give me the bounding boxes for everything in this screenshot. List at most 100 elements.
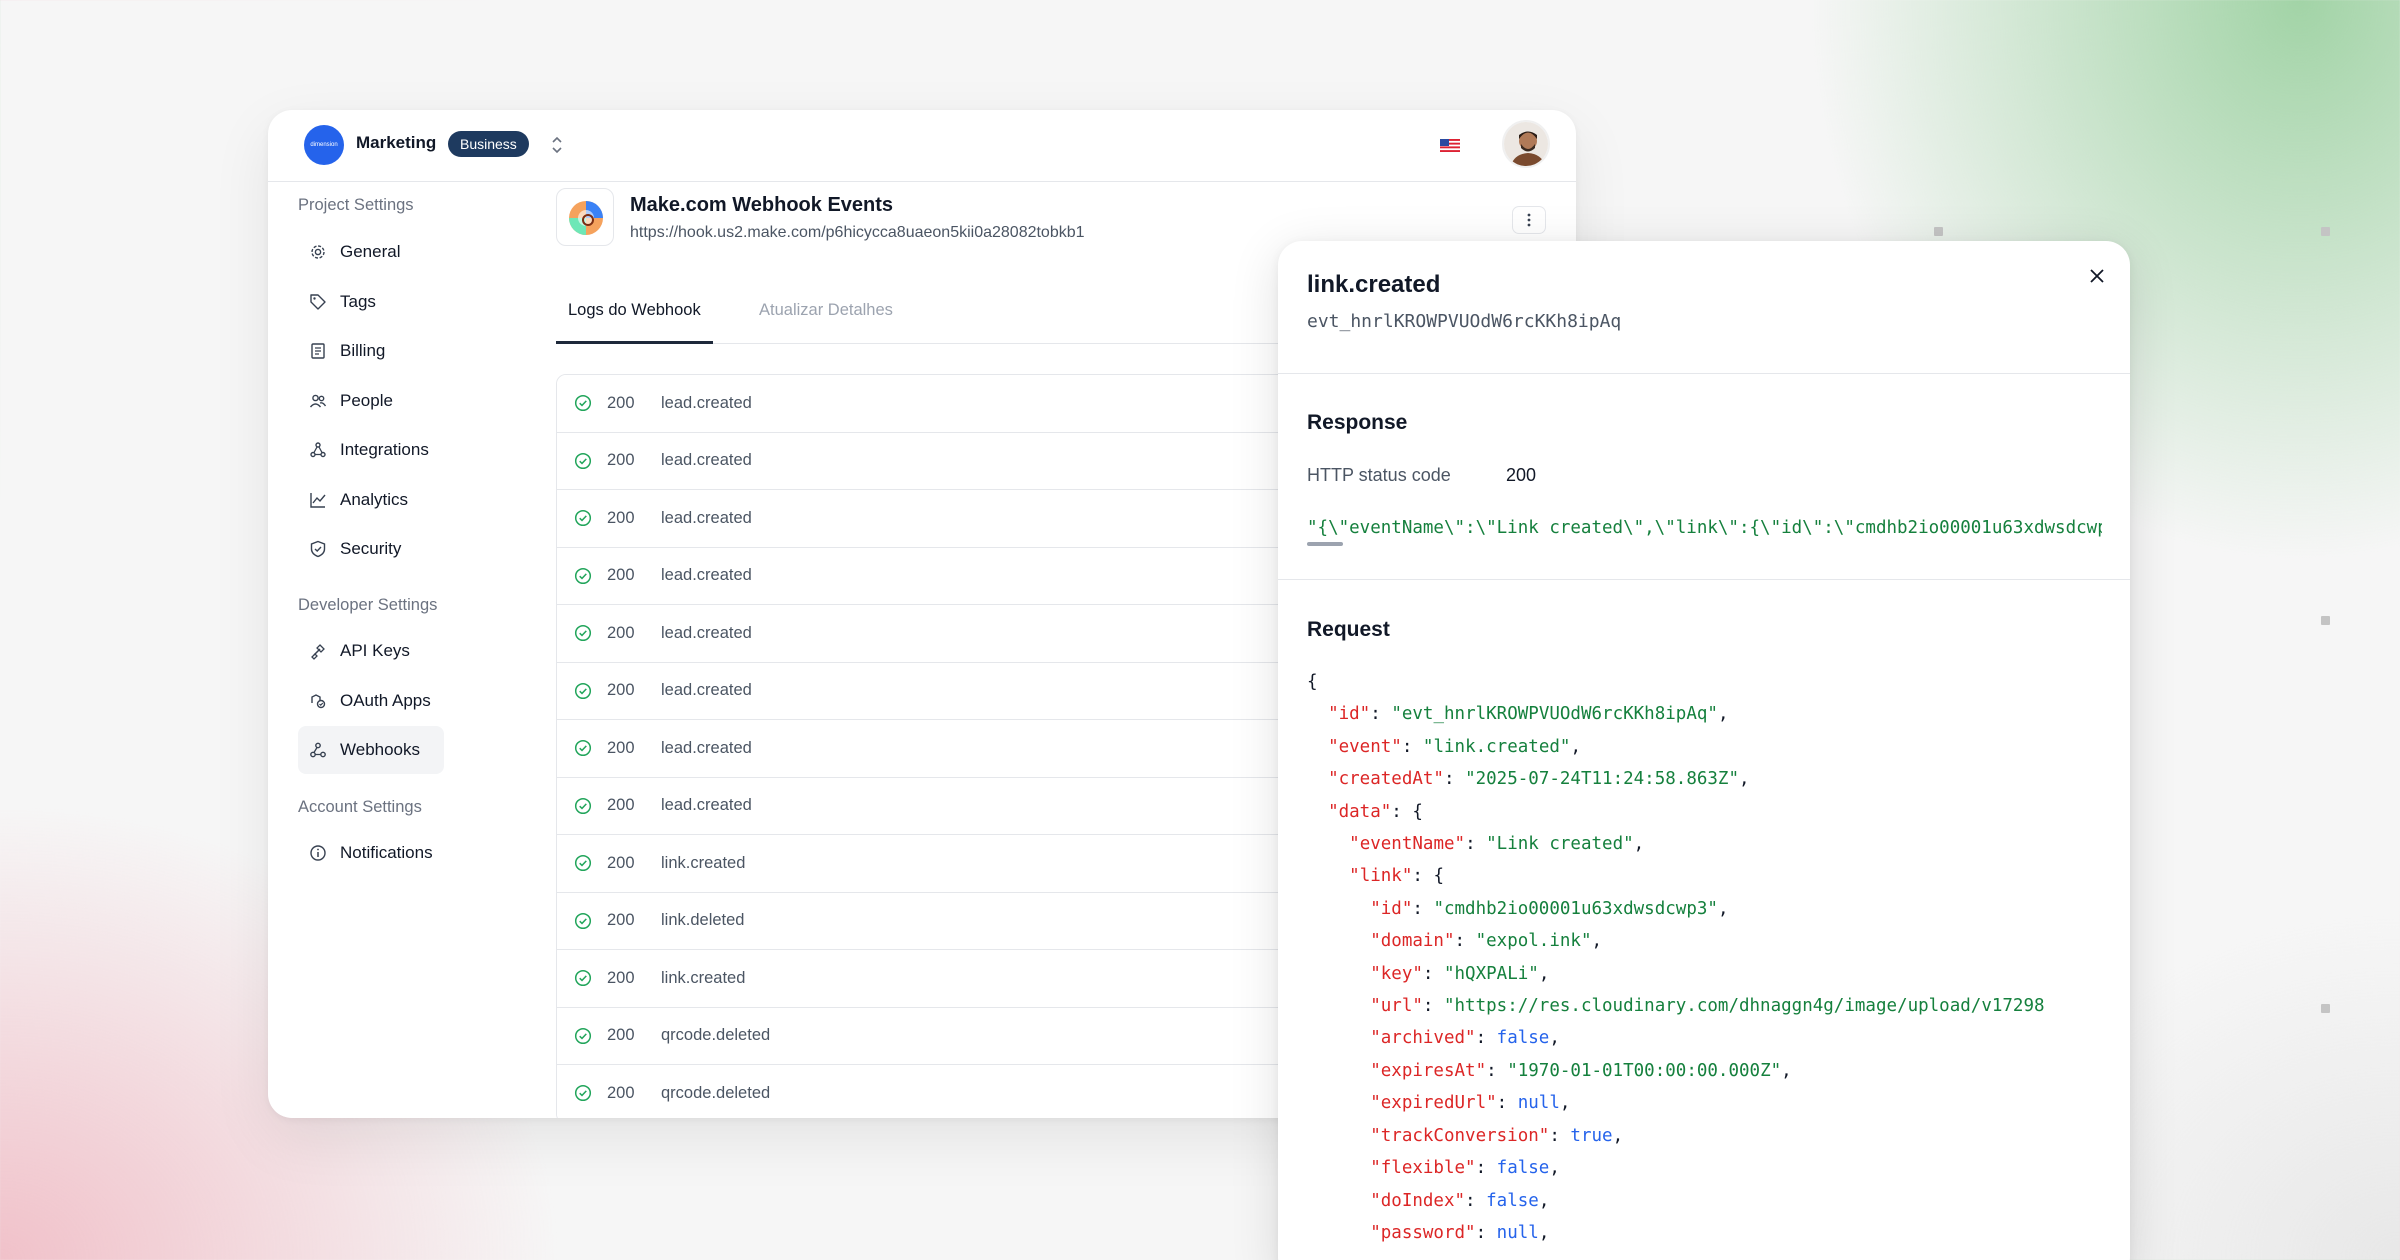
webhook-url: https://hook.us2.make.com/p6hicycca8uaeo… bbox=[630, 224, 1085, 241]
json-token: "cmdhb2io00001u63xdwsdcwp3" bbox=[1433, 898, 1718, 919]
check-circle-icon bbox=[573, 681, 593, 701]
sidebar-item-oauth-apps[interactable]: OAuth Apps bbox=[298, 677, 444, 725]
log-status-code: 200 bbox=[607, 393, 635, 412]
json-token: : bbox=[1454, 931, 1476, 952]
us-flag-icon[interactable] bbox=[1440, 139, 1460, 152]
json-token: "id" bbox=[1370, 898, 1413, 919]
json-line: "url": "https://res.cloudinary.com/dhnag… bbox=[1307, 990, 2102, 1022]
sidebar-item-tags[interactable]: Tags bbox=[298, 278, 444, 326]
json-token: , bbox=[1570, 736, 1581, 757]
horizontal-scrollbar[interactable] bbox=[1307, 542, 1343, 546]
sidebar-item-label: Integrations bbox=[340, 440, 429, 459]
receipt-icon bbox=[308, 341, 328, 361]
people-icon bbox=[308, 391, 328, 411]
json-line: "id": "cmdhb2io00001u63xdwsdcwp3", bbox=[1307, 893, 2102, 925]
log-event-name: link.deleted bbox=[661, 911, 745, 930]
sidebar-item-api-keys[interactable]: API Keys bbox=[298, 627, 444, 675]
json-token: true bbox=[1570, 1125, 1613, 1146]
json-token: null bbox=[1517, 1093, 1560, 1114]
sidebar-item-label: Notifications bbox=[340, 843, 433, 862]
tab-webhook-logs[interactable]: Logs do Webhook bbox=[556, 290, 713, 344]
account-settings-heading: Account Settings bbox=[298, 798, 422, 816]
json-line: "key": "hQXPALi", bbox=[1307, 958, 2102, 990]
chevron-up-down-icon[interactable] bbox=[546, 130, 568, 160]
log-event-name: link.created bbox=[661, 968, 746, 987]
json-token: : bbox=[1475, 1222, 1497, 1243]
sidebar-item-notifications[interactable]: Notifications bbox=[298, 829, 444, 877]
json-token: , bbox=[1612, 1125, 1624, 1146]
json-token: "https://res.cloudinary.com/dhnaggn4g/im… bbox=[1443, 996, 2045, 1017]
chart-icon bbox=[308, 490, 328, 510]
json-token: "link" bbox=[1349, 866, 1413, 887]
json-token: "expol.ink" bbox=[1475, 931, 1592, 952]
status-code-value: 200 bbox=[1506, 465, 1537, 485]
sidebar-item-label: People bbox=[340, 390, 393, 410]
key-icon bbox=[308, 641, 328, 661]
workspace-logo[interactable]: dimension bbox=[304, 125, 344, 165]
request-json[interactable]: { "id": "evt_hnrlKROWPVUOdW6rcKKh8ipAq",… bbox=[1307, 666, 2102, 1249]
sidebar-item-label: API Keys bbox=[340, 641, 410, 660]
avatar[interactable] bbox=[1502, 120, 1550, 168]
sidebar-item-integrations[interactable]: Integrations bbox=[298, 426, 444, 474]
json-token: : { bbox=[1412, 866, 1444, 887]
more-vertical-icon bbox=[1527, 213, 1531, 227]
json-token: "doIndex" bbox=[1370, 1190, 1466, 1211]
divider bbox=[1278, 579, 2130, 580]
json-token: : bbox=[1475, 1028, 1497, 1049]
close-icon[interactable] bbox=[2084, 263, 2110, 289]
json-token: { bbox=[1307, 672, 1318, 692]
json-token: "1970-01-01T00:00:00.000Z" bbox=[1507, 1060, 1782, 1081]
more-options-button[interactable] bbox=[1512, 206, 1546, 234]
log-event-name: lead.created bbox=[661, 738, 752, 757]
json-line: "data": { bbox=[1307, 796, 2102, 828]
json-token: "2025-07-24T11:24:58.863Z" bbox=[1465, 769, 1739, 790]
log-status-code: 200 bbox=[607, 1083, 635, 1102]
response-body[interactable]: "{\"eventName\":\"Link created\",\"link\… bbox=[1307, 518, 2102, 538]
json-token: "domain" bbox=[1370, 931, 1455, 952]
json-line: "createdAt": "2025-07-24T11:24:58.863Z", bbox=[1307, 763, 2102, 795]
sidebar-item-general[interactable]: General bbox=[298, 228, 444, 276]
check-circle-icon bbox=[573, 393, 593, 413]
sidebar-item-label: OAuth Apps bbox=[340, 690, 431, 710]
decor-dot bbox=[1934, 227, 1943, 236]
log-event-name: qrcode.deleted bbox=[661, 1026, 771, 1045]
log-status-code: 200 bbox=[607, 853, 635, 872]
json-token: : bbox=[1549, 1125, 1571, 1146]
plan-badge: Business bbox=[448, 131, 529, 157]
json-line: "domain": "expol.ink", bbox=[1307, 925, 2102, 957]
workspace-name[interactable]: Marketing bbox=[356, 133, 436, 153]
check-circle-icon bbox=[573, 1083, 593, 1103]
sidebar-item-label: General bbox=[340, 242, 401, 261]
log-event-name: lead.created bbox=[661, 508, 752, 527]
json-line: "expiresAt": "1970-01-01T00:00:00.000Z", bbox=[1307, 1055, 2102, 1087]
sidebar-item-webhooks[interactable]: Webhooks bbox=[298, 726, 444, 774]
sidebar-item-people[interactable]: People bbox=[298, 377, 444, 425]
sidebar-item-label: Tags bbox=[340, 291, 376, 311]
json-token: "trackConversion" bbox=[1370, 1125, 1550, 1146]
sidebar-item-billing[interactable]: Billing bbox=[298, 327, 444, 375]
tab-update-details[interactable]: Atualizar Detalhes bbox=[747, 290, 905, 344]
log-event-name: qrcode.deleted bbox=[661, 1083, 771, 1102]
check-circle-icon bbox=[573, 566, 593, 586]
json-token: : bbox=[1443, 769, 1466, 790]
json-token: : bbox=[1486, 1060, 1508, 1081]
sidebar-item-label: Billing bbox=[340, 341, 386, 360]
sidebar-item-security[interactable]: Security bbox=[298, 525, 444, 573]
json-line: "event": "link.created", bbox=[1307, 731, 2102, 763]
log-event-name: lead.created bbox=[661, 623, 752, 642]
workspace-logo-text: dimension bbox=[310, 142, 338, 148]
info-icon bbox=[308, 843, 328, 863]
top-bar: dimension Marketing Business bbox=[268, 110, 1576, 182]
json-token: , bbox=[1538, 1222, 1550, 1243]
oauth-icon bbox=[308, 691, 328, 711]
sidebar-item-analytics[interactable]: Analytics bbox=[298, 476, 444, 524]
webhook-title: Make.com Webhook Events bbox=[630, 194, 894, 216]
